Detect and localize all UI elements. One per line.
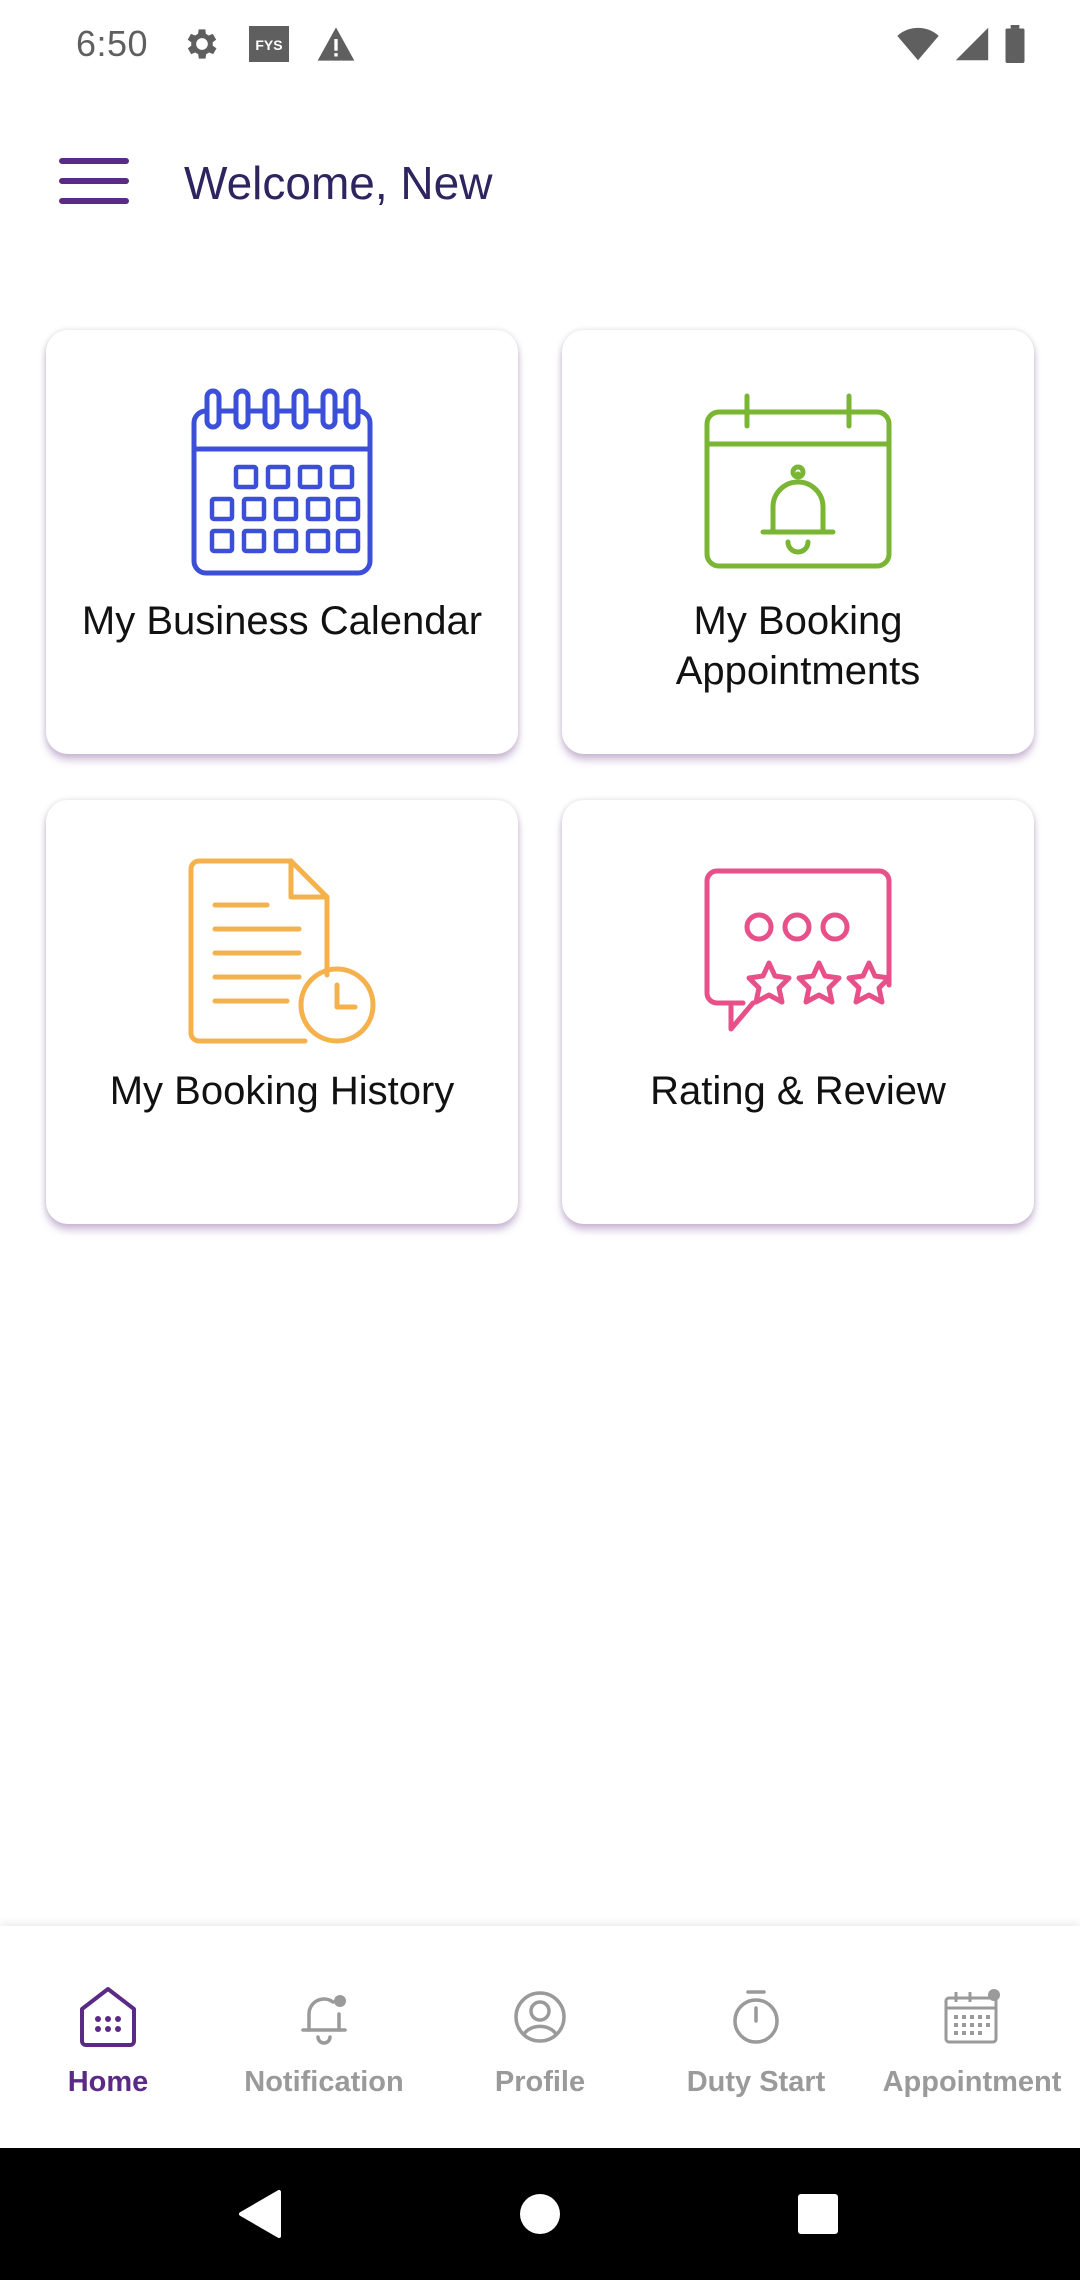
calendar-icon — [937, 1982, 1007, 2052]
bottom-navigation: Home Notification Profile Duty Start App… — [0, 1926, 1080, 2148]
status-icons-right — [896, 25, 1026, 63]
status-icons-left: FYS — [182, 24, 356, 64]
nav-label-profile: Profile — [494, 2066, 586, 2098]
card-label: Rating & Review — [650, 1069, 946, 1113]
home-circle-icon[interactable] — [510, 2184, 570, 2244]
card-label: My Booking Appointments — [675, 599, 921, 693]
rating-review-card[interactable]: Rating & Review — [562, 800, 1034, 1224]
nav-label-home: Home — [67, 2066, 149, 2098]
nav-item-notification[interactable]: Notification — [216, 1926, 432, 2148]
booking-history-card[interactable]: My Booking History — [46, 800, 518, 1224]
nav-item-profile[interactable]: Profile — [432, 1926, 648, 2148]
cellular-signal-icon — [954, 26, 990, 62]
business-calendar-card[interactable]: My Business Calendar — [46, 330, 518, 754]
battery-icon — [1004, 25, 1026, 63]
page-title: Welcome, New — [184, 157, 493, 209]
app-bar: Welcome, New — [0, 120, 1080, 246]
calendar-grid-icon — [182, 382, 382, 582]
card-label: My Business Calendar — [81, 599, 483, 643]
back-icon[interactable] — [230, 2184, 290, 2244]
gear-icon — [182, 24, 222, 64]
wifi-icon — [896, 26, 940, 62]
calendar-bell-icon — [698, 382, 898, 582]
card-label: My Booking History — [109, 1069, 455, 1113]
system-navigation-bar — [0, 2148, 1080, 2280]
hamburger-menu-button[interactable] — [52, 148, 136, 218]
hamburger-menu-icon — [59, 156, 129, 211]
home-screen: 6:50 FYS Welcome, New My Business Calend… — [0, 0, 1080, 2280]
document-clock-icon — [182, 852, 382, 1052]
recents-square-icon[interactable] — [788, 2184, 848, 2244]
home-grid-icon — [73, 1982, 143, 2052]
fys-badge-text: FYS — [255, 37, 282, 53]
user-circle-icon — [505, 1982, 575, 2052]
status-time: 6:50 — [76, 23, 149, 64]
nav-label-appointment: Appointment — [882, 2066, 1062, 2098]
nav-item-home[interactable]: Home — [0, 1926, 216, 2148]
bell-icon — [289, 1982, 359, 2052]
booking-appointments-card[interactable]: My Booking Appointments — [562, 330, 1034, 754]
chat-stars-icon — [698, 852, 898, 1052]
warning-icon — [316, 25, 356, 63]
fys-app-icon: FYS — [248, 25, 290, 63]
nav-label-notification: Notification — [244, 2066, 404, 2098]
stopwatch-icon — [721, 1982, 791, 2052]
nav-item-appointment[interactable]: Appointment — [864, 1926, 1080, 2148]
nav-item-duty-start[interactable]: Duty Start — [648, 1926, 864, 2148]
status-bar: 6:50 FYS — [0, 0, 1080, 88]
nav-label-duty-start: Duty Start — [686, 2066, 826, 2098]
